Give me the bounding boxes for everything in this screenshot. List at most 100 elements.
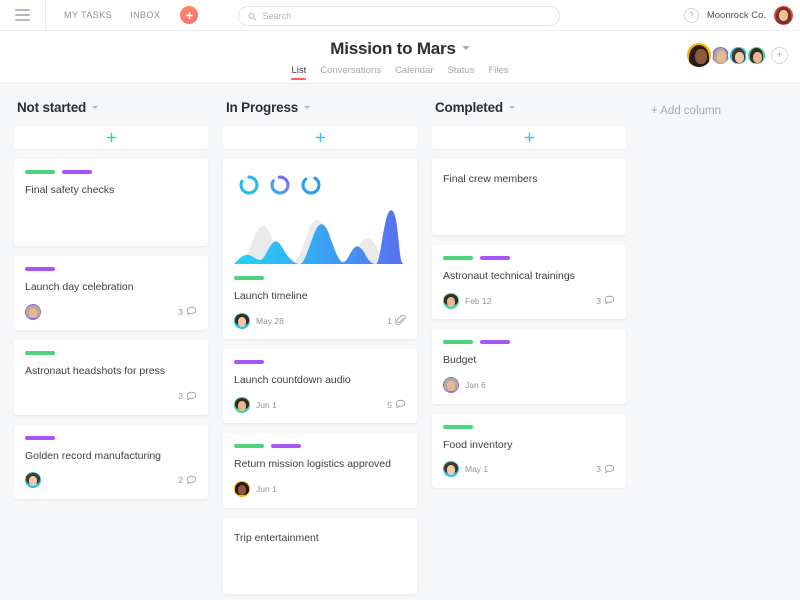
avatar[interactable]	[234, 396, 250, 413]
card-title: Golden record manufacturing	[25, 449, 161, 462]
column-title: Not started	[17, 100, 87, 115]
help-icon[interactable]: ?	[683, 8, 699, 23]
table-row[interactable]: Launch countdown audio Jun 1 5	[223, 349, 417, 424]
chevron-down-icon[interactable]	[304, 106, 311, 109]
card-tags	[25, 351, 197, 356]
comment-count-value: 3	[596, 295, 601, 306]
tag-green	[443, 256, 473, 261]
tag-purple	[25, 267, 55, 272]
donut-ring-1	[239, 175, 259, 195]
add-member-button[interactable]: +	[771, 46, 788, 64]
area-chart	[234, 210, 404, 264]
card-title: Return mission logistics approved	[234, 458, 391, 471]
card-footer-left	[25, 472, 41, 489]
tag-green	[25, 170, 55, 174]
card-footer: Jan 6	[443, 377, 615, 394]
avatar[interactable]	[25, 472, 41, 489]
project-members: +	[685, 41, 788, 69]
due-date: Jun 1	[256, 484, 277, 495]
chevron-down-icon[interactable]	[92, 106, 99, 109]
avatar[interactable]	[25, 303, 41, 320]
card-title: Astronaut technical trainings	[443, 270, 575, 283]
member-avatar-1[interactable]	[685, 41, 713, 69]
project-header: Mission to Mars List Conversations Calen…	[0, 31, 800, 84]
table-row[interactable]: Trip entertainment	[223, 517, 417, 594]
project-tabs: List Conversations Calendar Status Files	[0, 65, 800, 80]
card-footer-left	[25, 303, 41, 320]
create-plus-icon[interactable]	[180, 6, 199, 24]
hamburger-icon[interactable]	[0, 0, 46, 31]
project-title-text: Mission to Mars	[330, 39, 456, 58]
tag-green	[234, 444, 264, 449]
due-date: Jun 1	[256, 399, 277, 410]
card-footer: 2	[25, 472, 197, 489]
table-row[interactable]: Return mission logistics approved Jun 1	[223, 433, 417, 508]
nav-inbox[interactable]: INBOX	[130, 10, 160, 20]
plus-glyph	[185, 11, 194, 19]
table-row[interactable]: Final safety checks	[14, 159, 208, 247]
table-row[interactable]: Budget Jan 6	[432, 329, 626, 404]
tag-purple	[480, 256, 510, 261]
add-card-button[interactable]	[432, 126, 626, 149]
tab-conversations[interactable]: Conversations	[320, 65, 381, 80]
tab-calendar[interactable]: Calendar	[395, 65, 434, 80]
card-footer: May 1 3	[443, 461, 615, 478]
avatar[interactable]	[443, 377, 459, 394]
add-column-button[interactable]: + Add column	[641, 105, 721, 117]
member-avatar-4[interactable]	[746, 44, 767, 66]
table-row[interactable]: Launch timeline May 28 1	[223, 159, 417, 340]
avatar[interactable]	[234, 481, 250, 498]
avatar[interactable]	[443, 292, 459, 309]
card-footer: Jun 1 5	[234, 396, 406, 413]
comment-count-value: 2	[178, 475, 183, 486]
table-row[interactable]: Astronaut technical trainings Feb 12 3	[432, 245, 626, 320]
comment-icon	[186, 475, 197, 485]
table-row[interactable]: Golden record manufacturing 2	[14, 424, 208, 499]
tag-purple	[62, 170, 92, 174]
add-card-button[interactable]	[223, 126, 417, 149]
tab-status[interactable]: Status	[448, 65, 475, 80]
tab-list[interactable]: List	[291, 65, 306, 80]
comment-count: 3	[596, 295, 615, 306]
chevron-down-icon[interactable]	[508, 106, 515, 109]
tag-green	[234, 276, 264, 280]
search-input[interactable]	[262, 11, 550, 21]
column-in-progress: In Progress Launch timeline May 28 1 Lau…	[223, 100, 417, 600]
comment-icon	[395, 400, 406, 409]
tag-purple	[480, 340, 510, 345]
search-bar[interactable]	[238, 6, 560, 26]
avatar[interactable]	[443, 461, 459, 478]
due-date: May 28	[256, 315, 284, 326]
org-name[interactable]: Moonrock Co.	[707, 10, 766, 21]
comment-count-value: 3	[178, 391, 183, 402]
card-title: Launch day celebration	[25, 281, 134, 294]
card-footer-left: May 1	[443, 461, 488, 478]
table-row[interactable]: Launch day celebration 3	[14, 256, 208, 331]
avatar[interactable]	[234, 312, 250, 329]
user-avatar[interactable]	[774, 6, 793, 25]
table-row[interactable]: Food inventory May 1 3	[432, 413, 626, 488]
hamburger-bar	[15, 14, 30, 16]
card-footer-left: Jan 6	[443, 377, 486, 394]
chevron-down-icon[interactable]	[461, 46, 470, 51]
card-title: Launch countdown audio	[234, 374, 351, 387]
comment-count: 3	[596, 464, 615, 475]
tab-files[interactable]: Files	[488, 65, 508, 80]
card-title: Budget	[443, 354, 477, 367]
plus-icon	[315, 132, 325, 143]
card-tags	[234, 360, 406, 365]
table-row[interactable]: Astronaut headshots for press 3	[14, 340, 208, 415]
card-footer-left: Jun 1	[234, 481, 277, 498]
add-card-button[interactable]	[14, 126, 208, 149]
column-header: Completed	[432, 100, 626, 115]
attachment-count-value: 1	[387, 315, 392, 326]
table-row[interactable]: Final crew members	[432, 159, 626, 236]
tag-purple	[271, 444, 301, 449]
donut-ring-2	[270, 175, 290, 195]
card-title: Launch timeline	[234, 290, 308, 302]
nav-my-tasks[interactable]: MY TASKS	[64, 10, 112, 20]
column-title: In Progress	[226, 100, 299, 115]
comment-icon	[186, 391, 197, 401]
card-tags	[25, 170, 197, 174]
card-spacer	[443, 195, 615, 225]
